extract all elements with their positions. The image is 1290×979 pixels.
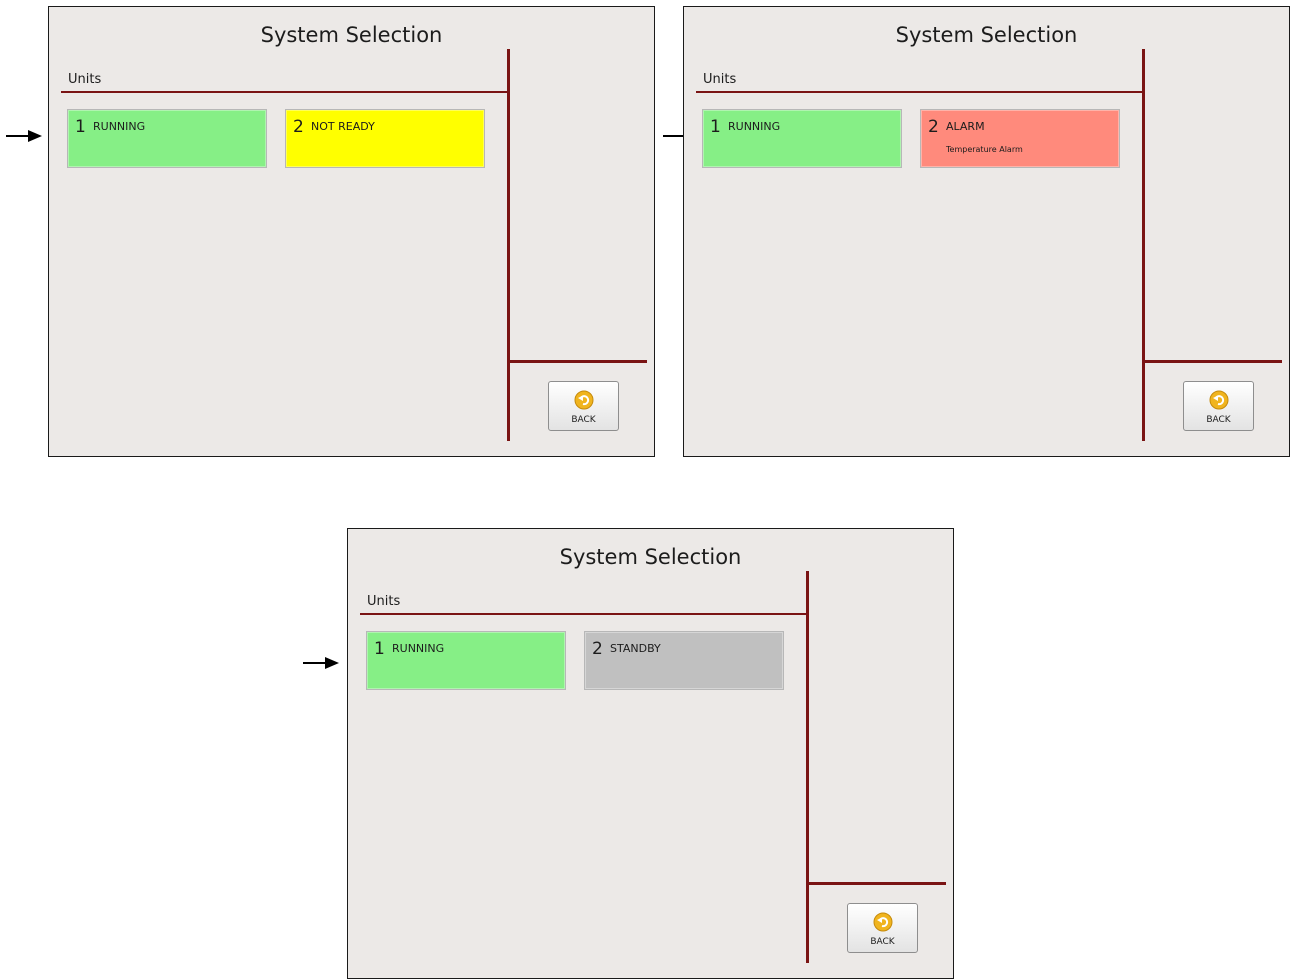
horizontal-divider [808,882,946,885]
unit-number: 1 [710,117,721,137]
units-divider [61,91,507,93]
unit-2-tile[interactable]: 2 NOT READY [285,109,485,168]
units-label: Units [703,72,737,87]
back-button[interactable]: BACK [1183,381,1254,431]
unit-number: 2 [928,117,939,137]
unit-number: 2 [293,117,304,137]
back-button[interactable]: BACK [847,903,918,953]
unit-1-tile[interactable]: 1 RUNNING [366,631,566,690]
unit-1-tile[interactable]: 1 RUNNING [702,109,902,168]
system-selection-screen-2: System Selection Units 1 RUNNING 2 ALARM… [683,6,1290,457]
unit-status: ALARM [946,120,985,133]
system-selection-screen-3: System Selection Units 1 RUNNING 2 STAND… [347,528,954,979]
back-label: BACK [571,415,596,425]
unit-status: NOT READY [311,120,375,133]
back-button[interactable]: BACK [548,381,619,431]
alarm-detail: Temperature Alarm [946,145,1023,154]
back-label: BACK [1206,415,1231,425]
unit-2-tile[interactable]: 2 ALARM Temperature Alarm [920,109,1120,168]
system-selection-screen-1: System Selection Units 1 RUNNING 2 NOT R… [48,6,655,457]
vertical-divider [507,49,510,441]
back-arrow-icon [873,912,893,932]
unit-status: RUNNING [392,642,445,655]
unit-status: RUNNING [93,120,146,133]
units-label: Units [367,594,401,609]
horizontal-divider [509,360,647,363]
units-divider [696,91,1142,93]
units-label: Units [68,72,102,87]
unit-number: 2 [592,639,603,659]
page-title: System Selection [895,23,1078,47]
units-divider [360,613,806,615]
page-title: System Selection [260,23,443,47]
unit-number: 1 [374,639,385,659]
arrow-right-icon [303,657,339,669]
unit-2-tile[interactable]: 2 STANDBY [584,631,784,690]
arrow-right-icon [6,130,42,142]
back-arrow-icon [1209,390,1229,410]
horizontal-divider [1144,360,1282,363]
vertical-divider [806,571,809,963]
unit-1-tile[interactable]: 1 RUNNING [67,109,267,168]
unit-status: STANDBY [610,642,661,655]
back-label: BACK [870,937,895,947]
unit-number: 1 [75,117,86,137]
vertical-divider [1142,49,1145,441]
unit-status: RUNNING [728,120,781,133]
back-arrow-icon [574,390,594,410]
page-title: System Selection [559,545,742,569]
